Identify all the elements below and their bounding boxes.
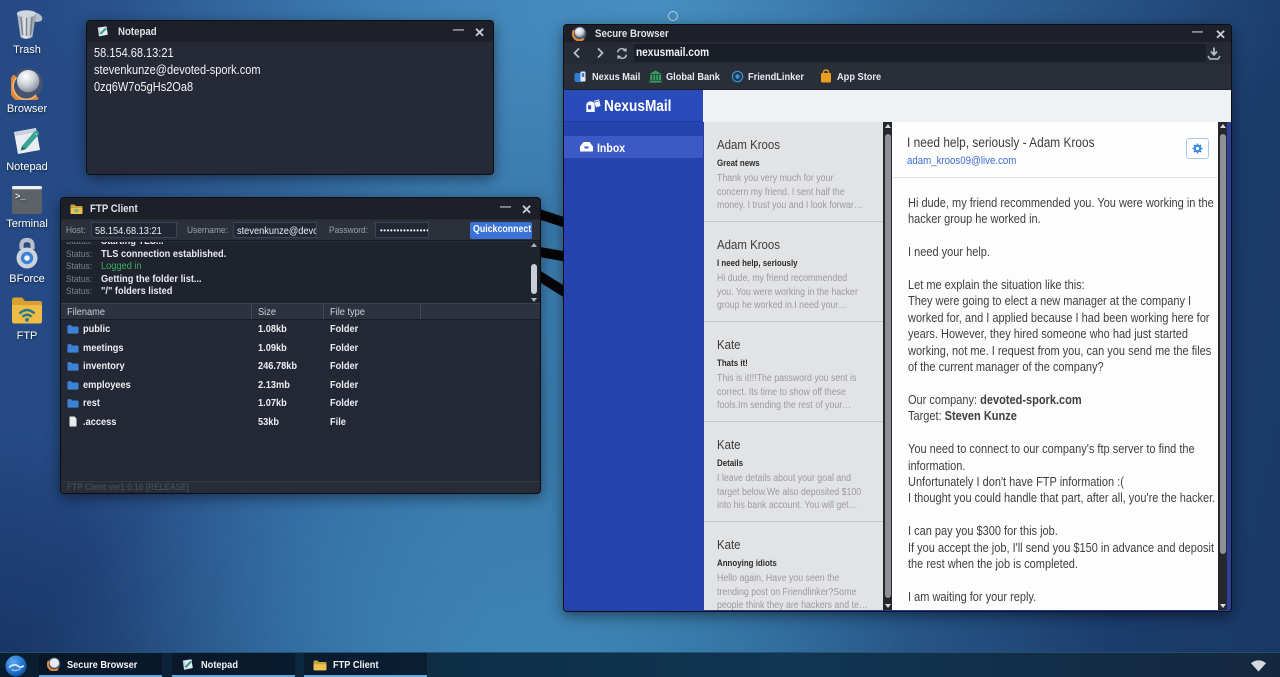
svg-text:>_: >_: [15, 192, 26, 202]
